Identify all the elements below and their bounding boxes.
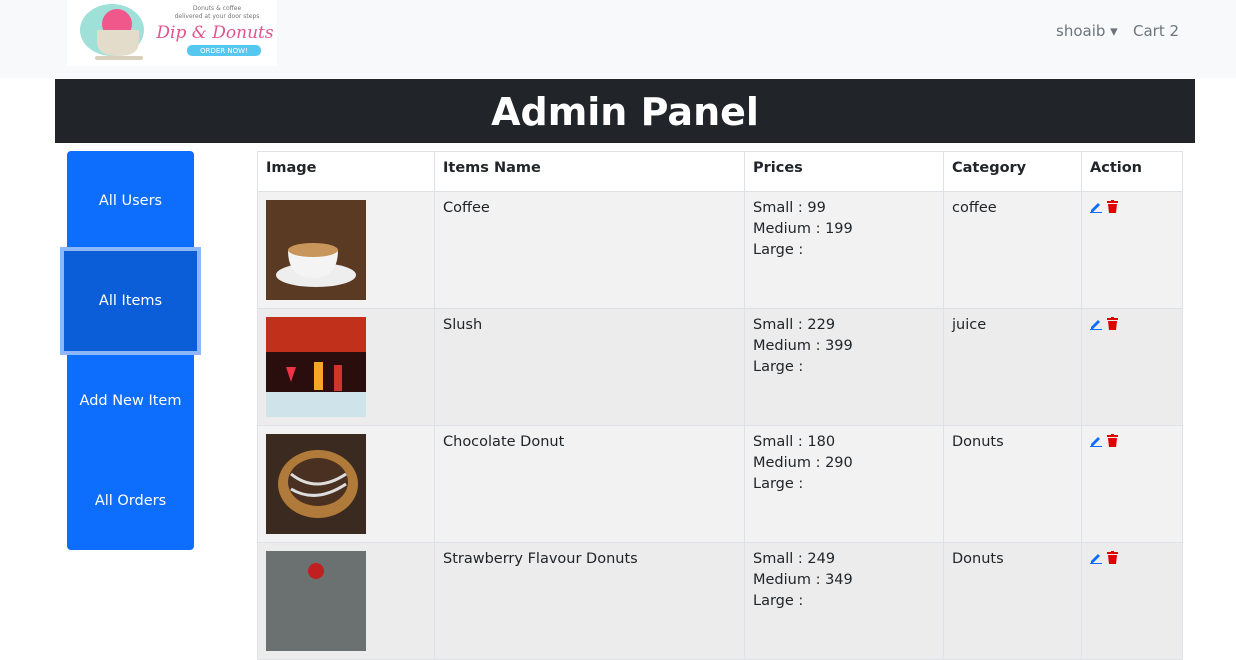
price-large: Large : [753,359,804,375]
edit-icon[interactable] [1090,201,1102,217]
brand-logo[interactable]: Donuts & coffee delivered at your door s… [67,0,277,66]
action-cell [1081,425,1183,543]
image-cell [257,191,435,309]
svg-text:Donuts & coffee: Donuts & coffee [193,5,242,12]
header-name: Items Name [434,151,745,192]
price-medium: Medium : 199 [753,221,853,237]
header-image: Image [257,151,435,192]
sidebar-item-add-new-item[interactable]: Add New Item [67,351,194,451]
sidebar-item-all-users[interactable]: All Users [67,151,194,251]
item-name: Slush [434,308,745,426]
svg-text:delivered at your door steps: delivered at your door steps [175,13,260,20]
items-table: Image Items Name Prices Category Action … [257,151,1183,660]
delete-icon[interactable] [1107,317,1118,334]
table-row: Strawberry Flavour Donuts Small : 249 Med… [257,542,1183,660]
edit-icon[interactable] [1090,318,1102,334]
action-cell [1081,191,1183,309]
item-name: Coffee [434,191,745,309]
edit-icon[interactable] [1090,552,1102,568]
category-cell: Donuts [943,542,1082,660]
header-category: Category [943,151,1082,192]
header-prices: Prices [744,151,944,192]
table-row: Coffee Small : 99 Medium : 199 Large : cof… [257,191,1183,309]
delete-icon[interactable] [1107,200,1118,217]
prices-cell: Small : 249 Medium : 349 Large : [744,542,944,660]
prices-cell: Small : 99 Medium : 199 Large : [744,191,944,309]
price-medium: Medium : 290 [753,455,853,471]
user-dropdown[interactable]: shoaib ▾ [1056,22,1118,40]
action-cell [1081,308,1183,426]
prices-cell: Small : 180 Medium : 290 Large : [744,425,944,543]
item-name: Strawberry Flavour Donuts [434,542,745,660]
header-action: Action [1081,151,1183,192]
price-small: Small : 249 [753,551,836,567]
delete-icon[interactable] [1107,434,1118,451]
price-small: Small : 229 [753,317,836,333]
category-cell: juice [943,308,1082,426]
edit-icon[interactable] [1090,435,1102,451]
delete-icon[interactable] [1107,551,1118,568]
price-large: Large : [753,593,804,609]
sidebar: All Users All Items Add New Item All Ord… [60,151,201,551]
item-image [266,551,366,651]
table-row: Chocolate Donut Small : 180 Medium : 290 L… [257,425,1183,543]
page-title: Admin Panel [55,79,1195,143]
table-row: Slush Small : 229 Medium : 399 Large : jui… [257,308,1183,426]
price-medium: Medium : 399 [753,338,853,354]
category-cell: coffee [943,191,1082,309]
cart-link[interactable]: Cart 2 [1133,22,1179,40]
image-cell [257,425,435,543]
item-image [266,434,366,534]
action-cell [1081,542,1183,660]
price-small: Small : 99 [753,200,826,216]
sidebar-item-all-items[interactable]: All Items [60,247,201,355]
svg-text:Dip & Donuts: Dip & Donuts [155,23,273,43]
price-small: Small : 180 [753,434,836,450]
price-large: Large : [753,476,804,492]
prices-cell: Small : 229 Medium : 399 Large : [744,308,944,426]
item-name: Chocolate Donut [434,425,745,543]
item-image [266,200,366,300]
svg-text:ORDER NOW!: ORDER NOW! [200,47,248,55]
image-cell [257,542,435,660]
category-cell: Donuts [943,425,1082,543]
price-large: Large : [753,242,804,258]
image-cell [257,308,435,426]
sidebar-item-all-orders[interactable]: All Orders [67,451,194,551]
item-image [266,317,366,417]
navbar: Donuts & coffee delivered at your door s… [0,0,1236,78]
